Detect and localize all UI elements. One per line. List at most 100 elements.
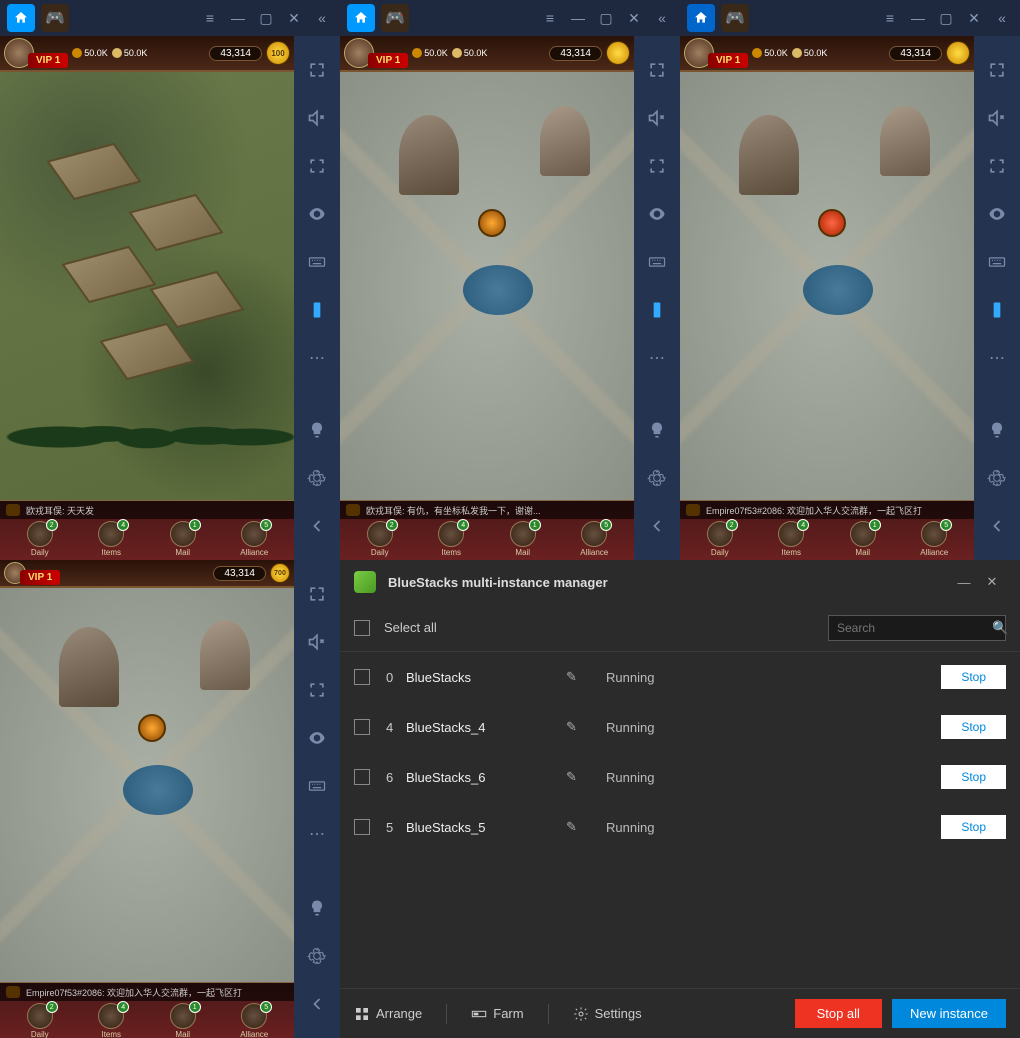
chat-line[interactable]: Empire07f53#2086: 欢迎加入华人交流群，一起飞区打: [680, 501, 974, 519]
keyboard-icon[interactable]: [303, 248, 331, 276]
bottom-alliance[interactable]: Alliance5: [232, 1003, 276, 1038]
collapse-toolbar-icon[interactable]: «: [648, 4, 676, 32]
arrange-button[interactable]: Arrange: [354, 1006, 422, 1022]
resource-wood[interactable]: 50.0K: [792, 48, 828, 58]
game-viewport[interactable]: VIP 1 43,314 700 Skip Empire07f53#2086: …: [0, 560, 294, 1038]
keyboard-icon[interactable]: [643, 248, 671, 276]
edit-icon[interactable]: ✎: [566, 669, 606, 685]
build-plot[interactable]: [46, 143, 141, 200]
game-viewport[interactable]: VIP 1 50.0K 50.0K 43,314 100 欧戎耳俣: 天天发: [0, 36, 294, 560]
minimize-button[interactable]: —: [904, 4, 932, 32]
bottom-mail[interactable]: Mail1: [161, 1003, 205, 1038]
select-all-label[interactable]: Select all: [384, 620, 437, 635]
edit-icon[interactable]: ✎: [566, 769, 606, 785]
resource-food[interactable]: 50.0K: [412, 48, 448, 58]
hamburger-icon[interactable]: ≡: [536, 4, 564, 32]
vip-badge[interactable]: VIP 1: [28, 53, 68, 68]
bottom-mail[interactable]: Mail1: [161, 521, 205, 559]
farm-button[interactable]: Farm: [471, 1006, 523, 1022]
gold-coin[interactable]: 100: [266, 41, 290, 65]
focus-icon[interactable]: [303, 152, 331, 180]
eye-icon[interactable]: [643, 200, 671, 228]
gear-icon[interactable]: [983, 464, 1011, 492]
build-plot[interactable]: [129, 194, 224, 251]
back-icon[interactable]: [643, 512, 671, 540]
more-icon[interactable]: ⋯: [983, 344, 1011, 372]
phone-icon[interactable]: [643, 296, 671, 324]
power-value[interactable]: 43,314: [213, 566, 266, 581]
search-box[interactable]: 🔍: [828, 615, 1006, 641]
building-tower[interactable]: [59, 627, 119, 707]
close-button[interactable]: ✕: [280, 4, 308, 32]
vip-badge[interactable]: VIP 1: [20, 570, 60, 585]
more-icon[interactable]: ⋯: [643, 344, 671, 372]
gold-coin[interactable]: [606, 41, 630, 65]
hamburger-icon[interactable]: ≡: [876, 4, 904, 32]
more-icon[interactable]: ⋯: [303, 344, 331, 372]
keyboard-icon[interactable]: [983, 248, 1011, 276]
keyboard-icon[interactable]: [303, 772, 331, 800]
stop-button[interactable]: Stop: [941, 815, 1006, 839]
building-tower[interactable]: [399, 115, 459, 195]
volume-mute-icon[interactable]: [643, 104, 671, 132]
bottom-alliance[interactable]: Alliance5: [912, 521, 956, 559]
power-value[interactable]: 43,314: [549, 46, 602, 61]
eye-icon[interactable]: [983, 200, 1011, 228]
resource-wood[interactable]: 50.0K: [112, 48, 148, 58]
tab-game[interactable]: 🎮: [721, 4, 749, 32]
stop-button[interactable]: Stop: [941, 715, 1006, 739]
bottom-daily[interactable]: Daily2: [18, 1003, 62, 1038]
edit-icon[interactable]: ✎: [566, 719, 606, 735]
game-viewport[interactable]: VIP 1 50.0K 50.0K 43,314 Skip 欧戎耳俣: 有仇，有…: [340, 36, 634, 560]
close-button[interactable]: ✕: [620, 4, 648, 32]
power-value[interactable]: 43,314: [889, 46, 942, 61]
back-icon[interactable]: [303, 990, 331, 1018]
shield-icon[interactable]: [478, 209, 506, 237]
gear-icon[interactable]: [303, 942, 331, 970]
settings-button[interactable]: Settings: [573, 1006, 642, 1022]
row-checkbox[interactable]: [354, 819, 370, 835]
focus-icon[interactable]: [983, 152, 1011, 180]
more-icon[interactable]: ⋯: [303, 820, 331, 848]
fullscreen-icon[interactable]: [303, 580, 331, 608]
minimize-button[interactable]: —: [224, 4, 252, 32]
phone-icon[interactable]: [983, 296, 1011, 324]
row-checkbox[interactable]: [354, 719, 370, 735]
focus-icon[interactable]: [303, 676, 331, 704]
build-plot[interactable]: [61, 246, 156, 303]
tab-home[interactable]: [7, 4, 35, 32]
tab-game[interactable]: 🎮: [41, 4, 69, 32]
build-plot[interactable]: [99, 323, 194, 380]
building-tower[interactable]: [200, 620, 250, 690]
phone-icon[interactable]: [303, 296, 331, 324]
minimize-button[interactable]: —: [564, 4, 592, 32]
gold-coin[interactable]: 700: [270, 563, 290, 583]
eye-icon[interactable]: [303, 724, 331, 752]
chat-line[interactable]: 欧戎耳俣: 天天发: [0, 501, 294, 519]
bottom-alliance[interactable]: Alliance5: [572, 521, 616, 559]
fullscreen-icon[interactable]: [983, 56, 1011, 84]
volume-mute-icon[interactable]: [303, 628, 331, 656]
new-instance-button[interactable]: New instance: [892, 999, 1006, 1028]
bottom-mail[interactable]: Mail1: [841, 521, 885, 559]
wifi-icon[interactable]: [818, 209, 846, 237]
building-tower[interactable]: [540, 106, 590, 176]
search-input[interactable]: [837, 621, 992, 635]
stop-all-button[interactable]: Stop all: [795, 999, 882, 1028]
resource-wood[interactable]: 50.0K: [452, 48, 488, 58]
building-tower[interactable]: [739, 115, 799, 195]
fullscreen-icon[interactable]: [303, 56, 331, 84]
maximize-button[interactable]: ▢: [252, 4, 280, 32]
tab-home[interactable]: [347, 4, 375, 32]
volume-mute-icon[interactable]: [983, 104, 1011, 132]
maximize-button[interactable]: ▢: [592, 4, 620, 32]
building-fountain[interactable]: [463, 265, 533, 315]
row-checkbox[interactable]: [354, 669, 370, 685]
eye-icon[interactable]: [303, 200, 331, 228]
gear-icon[interactable]: [303, 464, 331, 492]
bottom-items[interactable]: Items4: [429, 521, 473, 559]
bulb-icon[interactable]: [303, 894, 331, 922]
volume-mute-icon[interactable]: [303, 104, 331, 132]
chat-line[interactable]: 欧戎耳俣: 有仇，有坐标私发我一下，谢谢...: [340, 501, 634, 519]
collapse-toolbar-icon[interactable]: «: [308, 4, 336, 32]
